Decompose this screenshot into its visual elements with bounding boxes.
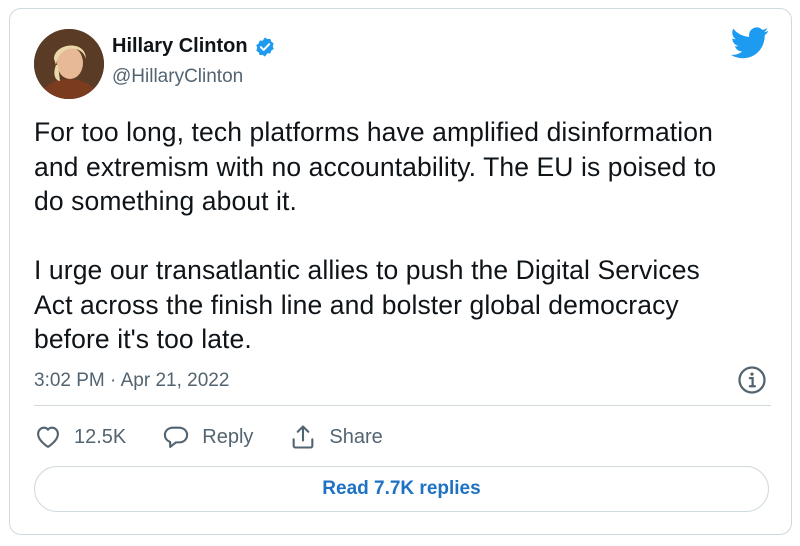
tweet-paragraph-1: For too long, tech platforms have amplif… xyxy=(34,117,717,216)
share-label: Share xyxy=(329,425,383,448)
action-bar: 12.5K Reply Share xyxy=(34,423,419,451)
tweet-timestamp[interactable]: 3:02 PM · Apr 21, 2022 xyxy=(34,370,229,392)
author-handle[interactable]: @HillaryClinton xyxy=(112,66,243,88)
heart-icon xyxy=(37,426,59,448)
author-display-name[interactable]: Hillary Clinton xyxy=(112,35,248,58)
read-replies-button[interactable]: Read 7.7K replies xyxy=(34,466,769,512)
read-replies-label: Read 7.7K replies xyxy=(322,478,481,499)
tweet-paragraph-2: I urge our transatlantic allies to push … xyxy=(34,255,700,354)
like-button[interactable]: 12.5K xyxy=(34,423,126,451)
divider xyxy=(34,405,771,406)
info-icon[interactable] xyxy=(737,365,767,395)
reply-icon xyxy=(164,426,189,448)
reply-button[interactable]: Reply xyxy=(162,423,253,451)
avatar[interactable] xyxy=(34,29,104,99)
reply-label: Reply xyxy=(202,425,254,448)
twitter-bird-icon[interactable] xyxy=(731,27,769,59)
like-count: 12.5K xyxy=(74,425,127,448)
tweet-text: For too long, tech platforms have amplif… xyxy=(34,115,779,357)
avatar-image xyxy=(34,29,104,99)
verified-badge-icon xyxy=(255,36,274,57)
share-button[interactable]: Share xyxy=(289,423,383,451)
tweet-card: Hillary Clinton @HillaryClinton For too … xyxy=(9,8,792,535)
author-name-row: Hillary Clinton xyxy=(112,35,276,58)
share-icon xyxy=(293,425,314,449)
